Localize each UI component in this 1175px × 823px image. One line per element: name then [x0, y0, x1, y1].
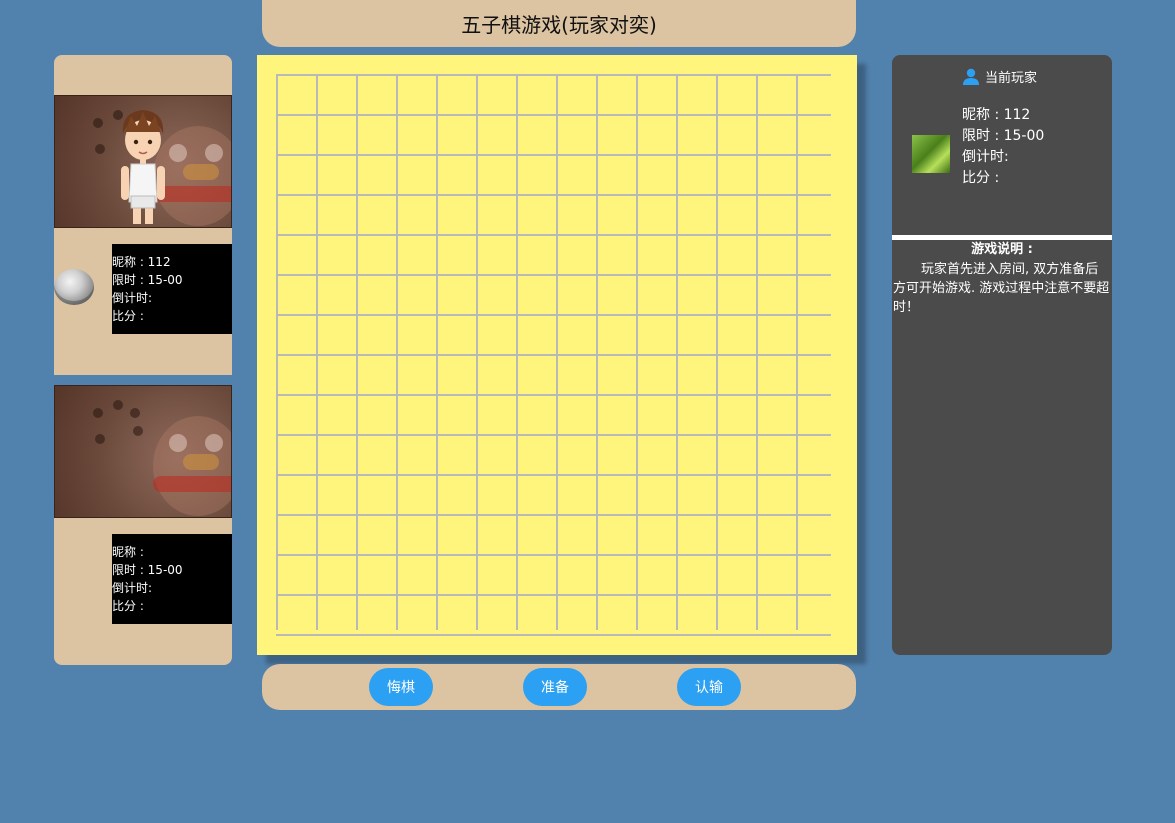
player1-avatar — [54, 95, 232, 228]
current-player-info: 昵称 : 112 限时 : 15-00 倒计时: 比分 : — [962, 105, 1044, 189]
player2-info: 昵称 : 限时 : 15-00 倒计时: 比分 : — [112, 534, 232, 624]
player1-score: 比分 : — [112, 309, 144, 323]
player2-nickname: 昵称 : — [112, 545, 144, 559]
rules-title: 游戏说明 : — [971, 242, 1033, 257]
player1-nickname: 昵称 : 112 — [112, 255, 171, 269]
current-player-panel: 当前玩家 昵称 : 112 限时 : 15-00 倒计时: 比分 : 游戏说明 … — [892, 55, 1112, 655]
page-title: 五子棋游戏(玩家对奕) — [461, 13, 657, 37]
current-player-countdown: 倒计时: — [962, 149, 1009, 165]
player2-score: 比分 : — [112, 599, 144, 613]
surrender-button[interactable]: 认输 — [677, 668, 741, 706]
current-player-title: 当前玩家 — [985, 71, 1038, 86]
white-stone-bowl-icon — [54, 269, 94, 305]
current-player-time-limit: 限时 : 15-00 — [962, 128, 1045, 144]
current-player-score: 比分 : — [962, 170, 1000, 186]
player1-time-limit: 限时 : 15-00 — [112, 273, 183, 287]
player1-info: 昵称 : 112 限时 : 15-00 倒计时: 比分 : — [112, 244, 232, 334]
controls-bar: 悔棋 准备 认输 — [262, 664, 856, 710]
board-grid[interactable] — [276, 74, 836, 636]
ready-button[interactable]: 准备 — [523, 668, 587, 706]
panel-divider — [892, 235, 1112, 240]
current-player-header: 当前玩家 — [962, 67, 1037, 86]
rules-text: 玩家首先进入房间, 双方准备后方可开始游戏. 游戏过程中注意不要超时！ — [893, 262, 1110, 315]
current-player-nickname: 昵称 : 112 — [962, 107, 1031, 123]
player2-avatar — [54, 385, 232, 518]
user-icon — [963, 68, 979, 85]
current-player-avatar — [912, 135, 950, 173]
player-card-2: 昵称 : 限时 : 15-00 倒计时: 比分 : — [54, 385, 232, 665]
game-title-bar: 五子棋游戏(玩家对奕) — [262, 0, 856, 47]
gomoku-board[interactable] — [257, 55, 857, 655]
player-card-1: 昵称 : 112 限时 : 15-00 倒计时: 比分 : — [54, 55, 232, 375]
player2-time-limit: 限时 : 15-00 — [112, 563, 183, 577]
player1-countdown: 倒计时: — [112, 291, 153, 305]
undo-button[interactable]: 悔棋 — [369, 668, 433, 706]
player2-countdown: 倒计时: — [112, 581, 153, 595]
boy-character-icon — [121, 110, 165, 224]
